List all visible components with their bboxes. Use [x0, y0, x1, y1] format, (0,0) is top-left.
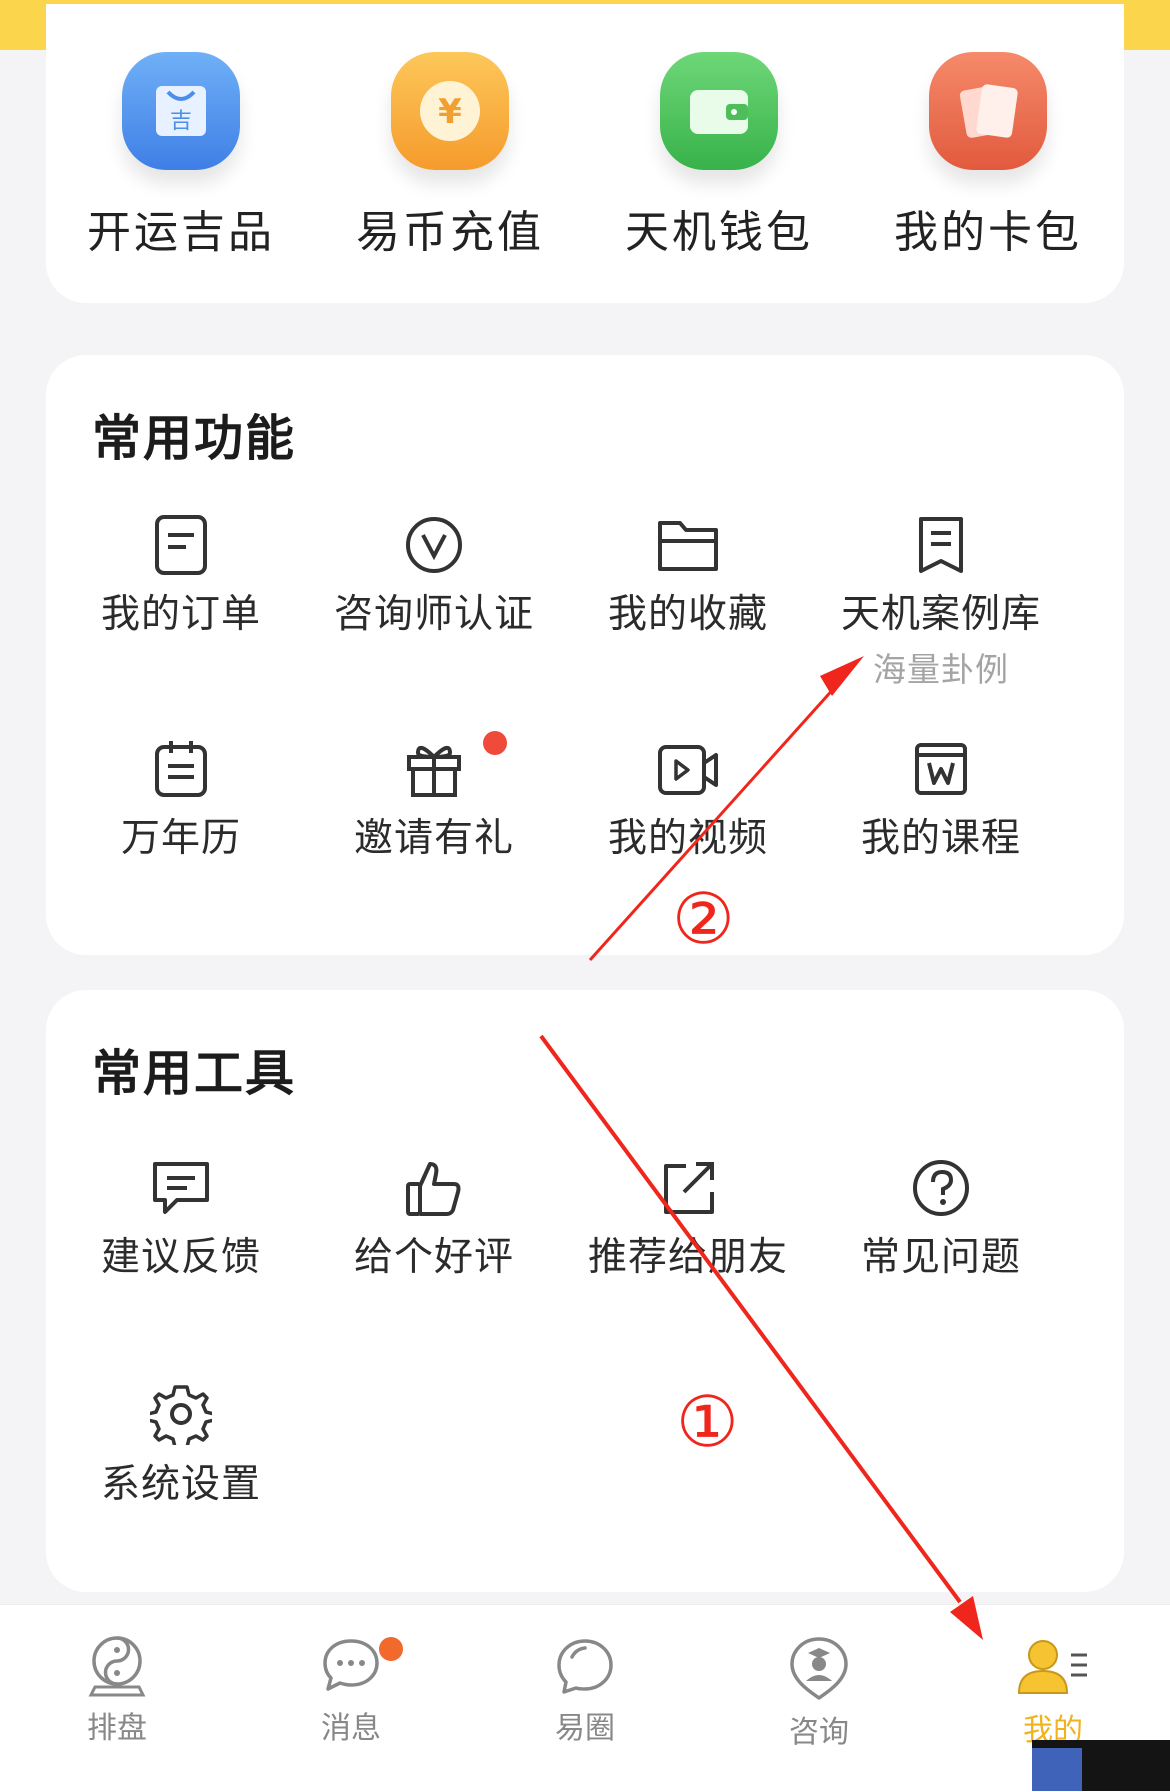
- annotation-arrow-1-line: [539, 1034, 962, 1604]
- annotation-marker-2: ②: [672, 878, 735, 960]
- annotation-marker-1: ①: [676, 1381, 739, 1463]
- annotation-arrows: [539, 656, 983, 1640]
- annotation-arrow-1-head: [950, 1596, 983, 1640]
- annotation-arrow-2-head: [820, 656, 864, 696]
- corner-image-fragment: [1032, 1740, 1170, 1791]
